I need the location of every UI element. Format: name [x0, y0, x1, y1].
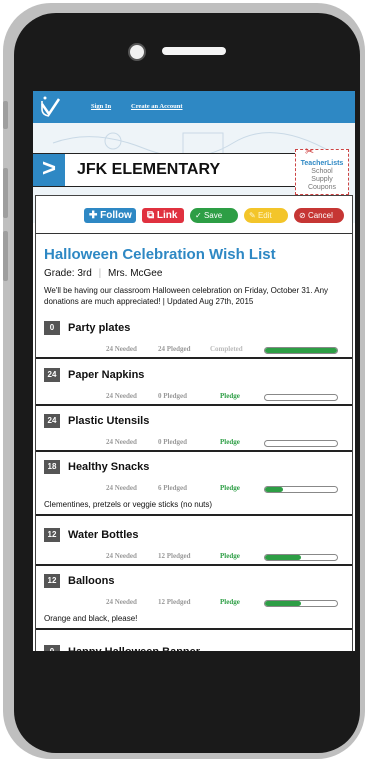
item-name[interactable]: Happy Halloween Banner [68, 646, 200, 651]
toolbar-divider [36, 233, 352, 234]
wish-list-panel: ✚ Follow ⧉ Link ✓ Save ✎ Edit ⊘ Cancel H… [35, 195, 353, 651]
link-button[interactable]: ⧉ Link [142, 208, 184, 223]
item-quantity-badge: 24 [44, 368, 60, 382]
promo-title: TeacherLists [300, 160, 344, 167]
grade-label: Grade: 3rd [44, 268, 92, 279]
item-progress-bar [264, 486, 338, 493]
item-quantity-badge: 0 [44, 645, 60, 651]
item-progress-bar [264, 347, 338, 354]
school-name: JFK ELEMENTARY [77, 161, 221, 178]
item-pledge-button[interactable]: Pledge [220, 392, 240, 400]
item-pledge-button[interactable]: Pledge [220, 598, 240, 606]
item-completed-status: Completed [210, 345, 243, 353]
item-quantity-badge: 12 [44, 574, 60, 588]
item-progress-fill [265, 555, 301, 560]
separator: | [98, 268, 102, 279]
item-progress-bar [264, 394, 338, 401]
teacher-name: Mrs. McGee [107, 268, 163, 279]
item-name[interactable]: Water Bottles [68, 529, 139, 541]
volume-down-button [3, 231, 8, 281]
chevron-right-icon[interactable]: > [33, 154, 65, 186]
item-pledge-button[interactable]: Pledge [220, 438, 240, 446]
save-label: Save [203, 211, 223, 220]
link-label: Link [156, 210, 178, 221]
item-pledged-count: 0 Pledged [158, 392, 187, 400]
cancel-icon: ⊘ [299, 211, 306, 220]
volume-up-button [3, 168, 8, 218]
teacherlists-logo-icon[interactable] [39, 95, 61, 119]
mute-switch [3, 101, 8, 129]
external-link-icon: ⧉ [147, 210, 155, 221]
check-icon: ✓ [195, 211, 202, 220]
item-progress-bar [264, 554, 338, 561]
item-progress-fill [265, 601, 301, 606]
speaker-grille [162, 47, 226, 55]
school-title-bar: > JFK ELEMENTARY [33, 153, 319, 187]
item-needed-count: 24 Needed [106, 598, 137, 606]
item-quantity-badge: 18 [44, 460, 60, 474]
create-account-link[interactable]: Create an Account [131, 103, 183, 110]
item-needed-count: 24 Needed [106, 552, 137, 560]
pencil-icon: ✎ [249, 211, 256, 220]
item-divider [36, 357, 352, 359]
item-quantity-badge: 0 [44, 321, 60, 335]
item-needed-count: 24 Needed [106, 392, 137, 400]
item-pledge-button[interactable]: Pledge [220, 552, 240, 560]
promo-line-2: Supply [311, 176, 333, 183]
item-name[interactable]: Paper Napkins [68, 369, 144, 381]
item-pledged-count: 0 Pledged [158, 438, 187, 446]
item-progress-fill [265, 487, 283, 492]
item-pledged-count: 12 Pledged [158, 598, 191, 606]
item-divider [36, 564, 352, 566]
item-pledged-count: 24 Pledged [158, 345, 191, 353]
item-name[interactable]: Healthy Snacks [68, 461, 149, 473]
item-progress-bar [264, 440, 338, 447]
item-pledged-count: 12 Pledged [158, 552, 191, 560]
item-needed-count: 24 Needed [106, 345, 137, 353]
item-needed-count: 24 Needed [106, 438, 137, 446]
item-pledge-button[interactable]: Pledge [220, 484, 240, 492]
item-divider [36, 450, 352, 452]
item-pledged-count: 6 Pledged [158, 484, 187, 492]
item-note: Clementines, pretzels or veggie sticks (… [44, 500, 213, 509]
item-divider [36, 628, 352, 630]
plus-icon: ✚ [89, 210, 98, 221]
promo-line-3: Coupons [307, 184, 337, 191]
follow-button[interactable]: ✚ Follow [84, 208, 136, 223]
list-description: We'll be having our classroom Halloween … [44, 286, 329, 306]
edit-label: Edit [257, 211, 272, 220]
item-name[interactable]: Party plates [68, 322, 130, 334]
grade-teacher-line: Grade: 3rd | Mrs. McGee [44, 268, 162, 279]
follow-label: Follow [100, 210, 132, 221]
sign-in-link[interactable]: Sign In [91, 103, 111, 110]
item-name[interactable]: Plastic Utensils [68, 415, 149, 427]
cancel-label: Cancel [307, 211, 333, 220]
item-quantity-badge: 12 [44, 528, 60, 542]
item-divider [36, 514, 352, 516]
item-progress-fill [265, 348, 337, 353]
item-progress-bar [264, 600, 338, 607]
teacherlists-coupons-badge[interactable]: ✂ TeacherLists School Supply Coupons [295, 146, 349, 195]
item-divider [36, 404, 352, 406]
item-note: Orange and black, please! [44, 614, 138, 623]
item-needed-count: 24 Needed [106, 484, 137, 492]
list-title: Halloween Celebration Wish List [44, 246, 276, 263]
cancel-button[interactable]: ⊘ Cancel [294, 208, 344, 223]
item-name[interactable]: Balloons [68, 575, 114, 587]
scissors-icon: ✂ [305, 146, 315, 158]
camera-icon [128, 43, 146, 61]
top-nav-bar: Sign In Create an Account [33, 91, 355, 123]
promo-line-1: School [311, 168, 333, 175]
edit-button[interactable]: ✎ Edit [244, 208, 288, 223]
phone-screen: Sign In Create an Account > JFK ELEMENTA… [33, 91, 355, 651]
save-button[interactable]: ✓ Save [190, 208, 238, 223]
item-quantity-badge: 24 [44, 414, 60, 428]
